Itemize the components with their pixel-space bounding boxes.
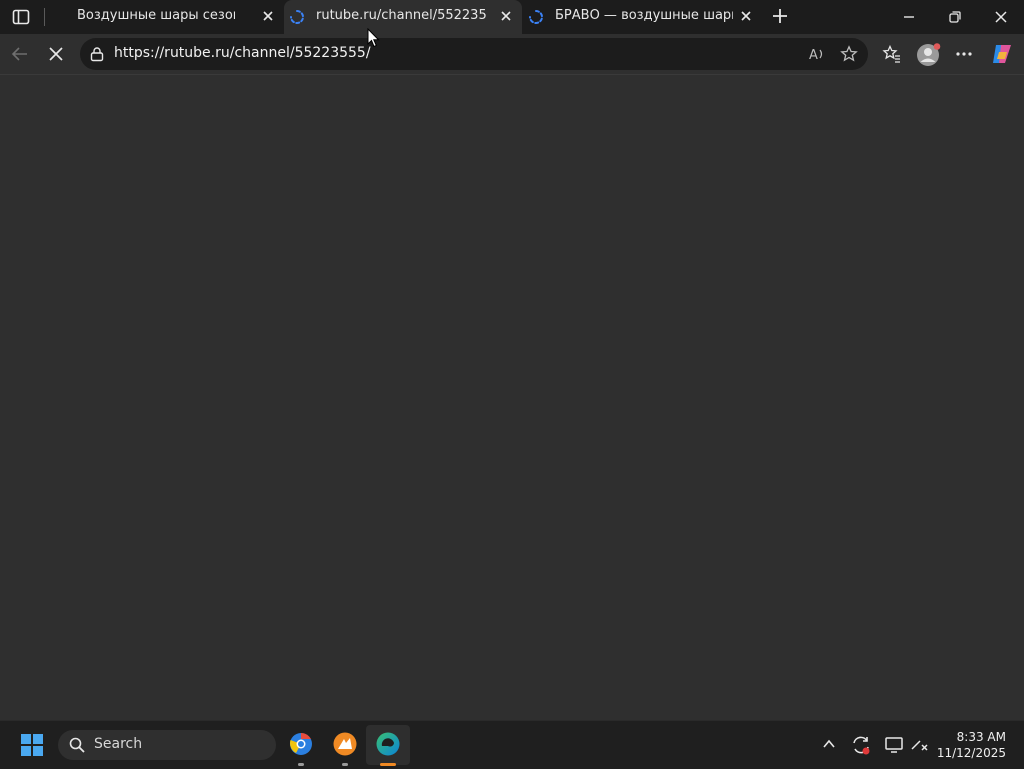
tab-strip: Воздушные шары сезонные - ку rutube.ru/c… [0, 0, 1024, 34]
network-icon[interactable] [910, 735, 930, 755]
running-indicator [298, 763, 304, 766]
clock-time: 8:33 AM [956, 730, 1006, 744]
edge-icon[interactable] [375, 731, 401, 757]
loading-spinner-icon [528, 9, 544, 29]
tab-1[interactable]: rutube.ru/channel/55223555/ [284, 0, 522, 34]
windows-start-icon[interactable] [20, 733, 44, 757]
address-url: https://rutube.ru/channel/55223555/ [114, 45, 371, 61]
running-indicator [342, 763, 348, 766]
tab-title: Воздушные шары сезонные - ку [77, 8, 235, 23]
lock-icon [89, 46, 105, 66]
close-icon[interactable] [498, 8, 514, 24]
search-placeholder: Search [94, 736, 143, 752]
close-icon[interactable] [738, 8, 754, 24]
browser-toolbar: https://rutube.ru/channel/55223555/ A [0, 34, 1024, 74]
mouse-cursor-icon [367, 27, 381, 48]
tab-divider [44, 8, 45, 26]
profile-icon[interactable] [916, 42, 942, 68]
tab-title: rutube.ru/channel/55223555/ [316, 8, 486, 23]
favorite-star-icon[interactable] [840, 45, 858, 67]
more-icon[interactable] [954, 44, 974, 64]
stop-icon[interactable] [46, 44, 66, 64]
sidebar-icon[interactable] [12, 8, 30, 26]
svg-text:A: A [809, 48, 818, 63]
taskbar-search[interactable]: Search [58, 730, 276, 760]
sync-icon[interactable] [850, 734, 872, 756]
read-aloud-icon[interactable]: A [808, 45, 826, 67]
tab-2[interactable]: БРАВО — воздушные шары и то [522, 0, 762, 34]
chevron-up-icon[interactable] [820, 735, 838, 753]
close-icon[interactable] [260, 8, 276, 24]
page-content [0, 74, 1024, 720]
taskbar: Search 8:33 AM 11/12/2025 [0, 720, 1024, 769]
tab-0[interactable]: Воздушные шары сезонные - ку [52, 0, 284, 34]
display-icon[interactable] [884, 735, 904, 755]
tab-title: БРАВО — воздушные шары и то [555, 8, 733, 23]
clock-date: 11/12/2025 [936, 746, 1006, 760]
favorites-icon[interactable] [882, 44, 902, 64]
address-bar[interactable]: https://rutube.ru/channel/55223555/ A [80, 38, 868, 70]
copilot-icon[interactable] [990, 42, 1014, 66]
active-indicator [380, 763, 396, 766]
loading-spinner-icon [289, 9, 305, 29]
close-window-icon[interactable] [992, 8, 1010, 26]
orange-app-icon[interactable] [332, 731, 358, 757]
minimize-icon[interactable] [900, 8, 918, 26]
chromium-icon[interactable] [288, 731, 314, 757]
restore-icon[interactable] [946, 8, 964, 26]
new-tab-icon[interactable] [770, 6, 790, 26]
search-icon [68, 736, 86, 758]
back-arrow-icon[interactable] [10, 44, 30, 64]
system-clock[interactable]: 8:33 AM 11/12/2025 [937, 729, 1006, 761]
